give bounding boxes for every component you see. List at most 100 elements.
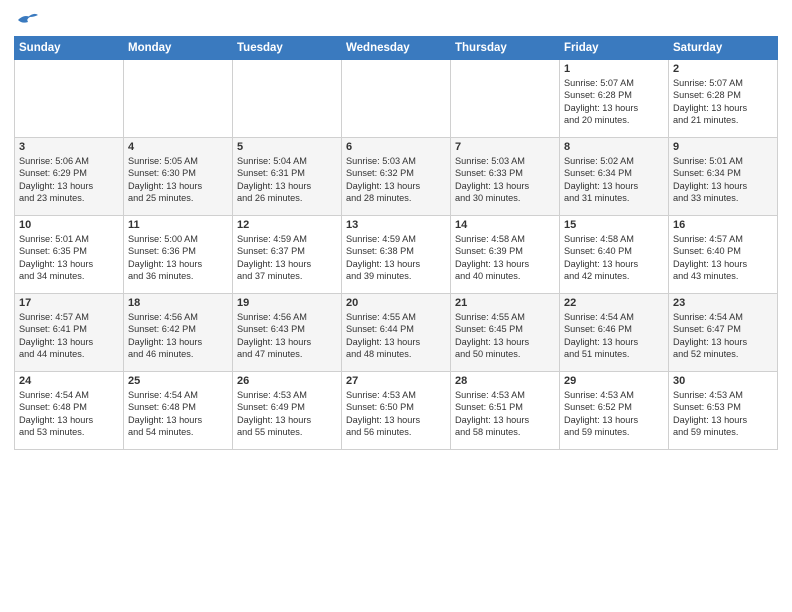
- day-number: 19: [237, 297, 337, 309]
- day-header-tuesday: Tuesday: [233, 37, 342, 60]
- calendar-cell: 6 Sunrise: 5:03 AM Sunset: 6:32 PM Daylig…: [342, 138, 451, 216]
- calendar-cell: 14 Sunrise: 4:58 AM Sunset: 6:39 PM Dayli…: [451, 216, 560, 294]
- day-number: 8: [564, 141, 664, 153]
- day-content: Sunrise: 4:54 AM Sunset: 6:46 PM Dayligh…: [564, 311, 664, 361]
- day-number: 11: [128, 219, 228, 231]
- day-number: 29: [564, 375, 664, 387]
- day-number: 6: [346, 141, 446, 153]
- calendar-cell: [124, 60, 233, 138]
- calendar-cell: 12 Sunrise: 4:59 AM Sunset: 6:37 PM Dayli…: [233, 216, 342, 294]
- day-number: 3: [19, 141, 119, 153]
- day-number: 2: [673, 63, 773, 75]
- day-header-saturday: Saturday: [669, 37, 778, 60]
- day-number: 10: [19, 219, 119, 231]
- day-number: 18: [128, 297, 228, 309]
- day-number: 1: [564, 63, 664, 75]
- calendar-cell: 4 Sunrise: 5:05 AM Sunset: 6:30 PM Daylig…: [124, 138, 233, 216]
- day-number: 12: [237, 219, 337, 231]
- day-content: Sunrise: 5:07 AM Sunset: 6:28 PM Dayligh…: [673, 77, 773, 127]
- day-content: Sunrise: 4:58 AM Sunset: 6:40 PM Dayligh…: [564, 233, 664, 283]
- calendar-cell: 15 Sunrise: 4:58 AM Sunset: 6:40 PM Dayli…: [560, 216, 669, 294]
- calendar-week-row: 17 Sunrise: 4:57 AM Sunset: 6:41 PM Dayli…: [15, 294, 778, 372]
- calendar-cell: 19 Sunrise: 4:56 AM Sunset: 6:43 PM Dayli…: [233, 294, 342, 372]
- logo-bird-icon: [16, 12, 38, 30]
- calendar-cell: 13 Sunrise: 4:59 AM Sunset: 6:38 PM Dayli…: [342, 216, 451, 294]
- day-number: 20: [346, 297, 446, 309]
- calendar-cell: [15, 60, 124, 138]
- day-content: Sunrise: 4:54 AM Sunset: 6:48 PM Dayligh…: [128, 389, 228, 439]
- calendar-header-row: SundayMondayTuesdayWednesdayThursdayFrid…: [15, 37, 778, 60]
- day-content: Sunrise: 4:54 AM Sunset: 6:48 PM Dayligh…: [19, 389, 119, 439]
- calendar-cell: 3 Sunrise: 5:06 AM Sunset: 6:29 PM Daylig…: [15, 138, 124, 216]
- day-number: 30: [673, 375, 773, 387]
- day-header-monday: Monday: [124, 37, 233, 60]
- calendar-week-row: 3 Sunrise: 5:06 AM Sunset: 6:29 PM Daylig…: [15, 138, 778, 216]
- day-number: 4: [128, 141, 228, 153]
- day-content: Sunrise: 5:06 AM Sunset: 6:29 PM Dayligh…: [19, 155, 119, 205]
- day-content: Sunrise: 5:02 AM Sunset: 6:34 PM Dayligh…: [564, 155, 664, 205]
- calendar-cell: 5Sunrise: 5:04 AM Sunset: 6:31 PM Daylig…: [233, 138, 342, 216]
- day-content: Sunrise: 4:53 AM Sunset: 6:49 PM Dayligh…: [237, 389, 337, 439]
- day-number: 25: [128, 375, 228, 387]
- calendar-cell: [342, 60, 451, 138]
- day-content: Sunrise: 4:57 AM Sunset: 6:41 PM Dayligh…: [19, 311, 119, 361]
- day-number: 23: [673, 297, 773, 309]
- calendar-cell: 21 Sunrise: 4:55 AM Sunset: 6:45 PM Dayli…: [451, 294, 560, 372]
- day-content: Sunrise: 4:57 AM Sunset: 6:40 PM Dayligh…: [673, 233, 773, 283]
- day-number: 15: [564, 219, 664, 231]
- calendar-cell: 2 Sunrise: 5:07 AM Sunset: 6:28 PM Daylig…: [669, 60, 778, 138]
- calendar-cell: 27Sunrise: 4:53 AM Sunset: 6:50 PM Dayli…: [342, 372, 451, 450]
- day-content: Sunrise: 4:56 AM Sunset: 6:42 PM Dayligh…: [128, 311, 228, 361]
- calendar-cell: 26 Sunrise: 4:53 AM Sunset: 6:49 PM Dayli…: [233, 372, 342, 450]
- day-content: Sunrise: 5:05 AM Sunset: 6:30 PM Dayligh…: [128, 155, 228, 205]
- day-header-friday: Friday: [560, 37, 669, 60]
- calendar-cell: 1Sunrise: 5:07 AM Sunset: 6:28 PM Daylig…: [560, 60, 669, 138]
- calendar-week-row: 24 Sunrise: 4:54 AM Sunset: 6:48 PM Dayli…: [15, 372, 778, 450]
- day-content: Sunrise: 5:03 AM Sunset: 6:32 PM Dayligh…: [346, 155, 446, 205]
- day-number: 21: [455, 297, 555, 309]
- day-number: 28: [455, 375, 555, 387]
- calendar-cell: 11 Sunrise: 5:00 AM Sunset: 6:36 PM Dayli…: [124, 216, 233, 294]
- day-content: Sunrise: 4:56 AM Sunset: 6:43 PM Dayligh…: [237, 311, 337, 361]
- calendar-cell: 16 Sunrise: 4:57 AM Sunset: 6:40 PM Dayli…: [669, 216, 778, 294]
- day-header-wednesday: Wednesday: [342, 37, 451, 60]
- calendar-cell: 23 Sunrise: 4:54 AM Sunset: 6:47 PM Dayli…: [669, 294, 778, 372]
- day-content: Sunrise: 4:54 AM Sunset: 6:47 PM Dayligh…: [673, 311, 773, 361]
- calendar-week-row: 1 Sunrise: 5:07 AM Sunset: 6:28 PM Daylig…: [15, 60, 778, 138]
- day-header-sunday: Sunday: [15, 37, 124, 60]
- calendar-week-row: 10Sunrise: 5:01 AM Sunset: 6:35 PM Dayli…: [15, 216, 778, 294]
- calendar-cell: 17 Sunrise: 4:57 AM Sunset: 6:41 PM Dayli…: [15, 294, 124, 372]
- calendar-cell: 18 Sunrise: 4:56 AM Sunset: 6:42 PM Dayli…: [124, 294, 233, 372]
- header: [14, 10, 778, 30]
- day-content: Sunrise: 4:55 AM Sunset: 6:44 PM Dayligh…: [346, 311, 446, 361]
- day-number: 14: [455, 219, 555, 231]
- day-number: 9: [673, 141, 773, 153]
- day-content: Sunrise: 5:00 AM Sunset: 6:36 PM Dayligh…: [128, 233, 228, 283]
- calendar-cell: 25 Sunrise: 4:54 AM Sunset: 6:48 PM Dayli…: [124, 372, 233, 450]
- day-number: 26: [237, 375, 337, 387]
- calendar-cell: [451, 60, 560, 138]
- calendar-cell: 8 Sunrise: 5:02 AM Sunset: 6:34 PM Daylig…: [560, 138, 669, 216]
- day-number: 16: [673, 219, 773, 231]
- logo: [14, 14, 38, 30]
- day-number: 13: [346, 219, 446, 231]
- day-content: Sunrise: 4:59 AM Sunset: 6:37 PM Dayligh…: [237, 233, 337, 283]
- day-number: 22: [564, 297, 664, 309]
- calendar-cell: 24 Sunrise: 4:54 AM Sunset: 6:48 PM Dayli…: [15, 372, 124, 450]
- day-content: Sunrise: 4:53 AM Sunset: 6:50 PM Dayligh…: [346, 389, 446, 439]
- day-content: Sunrise: 4:58 AM Sunset: 6:39 PM Dayligh…: [455, 233, 555, 283]
- day-content: Sunrise: 4:53 AM Sunset: 6:53 PM Dayligh…: [673, 389, 773, 439]
- calendar-cell: 9Sunrise: 5:01 AM Sunset: 6:34 PM Daylig…: [669, 138, 778, 216]
- calendar-cell: 20 Sunrise: 4:55 AM Sunset: 6:44 PM Dayli…: [342, 294, 451, 372]
- day-number: 17: [19, 297, 119, 309]
- day-content: Sunrise: 5:03 AM Sunset: 6:33 PM Dayligh…: [455, 155, 555, 205]
- day-number: 24: [19, 375, 119, 387]
- day-content: Sunrise: 4:59 AM Sunset: 6:38 PM Dayligh…: [346, 233, 446, 283]
- calendar-cell: 28Sunrise: 4:53 AM Sunset: 6:51 PM Dayli…: [451, 372, 560, 450]
- day-content: Sunrise: 4:55 AM Sunset: 6:45 PM Dayligh…: [455, 311, 555, 361]
- day-content: Sunrise: 4:53 AM Sunset: 6:52 PM Dayligh…: [564, 389, 664, 439]
- calendar-cell: [233, 60, 342, 138]
- calendar-cell: 30 Sunrise: 4:53 AM Sunset: 6:53 PM Dayli…: [669, 372, 778, 450]
- calendar-cell: 10Sunrise: 5:01 AM Sunset: 6:35 PM Dayli…: [15, 216, 124, 294]
- calendar-cell: 7Sunrise: 5:03 AM Sunset: 6:33 PM Daylig…: [451, 138, 560, 216]
